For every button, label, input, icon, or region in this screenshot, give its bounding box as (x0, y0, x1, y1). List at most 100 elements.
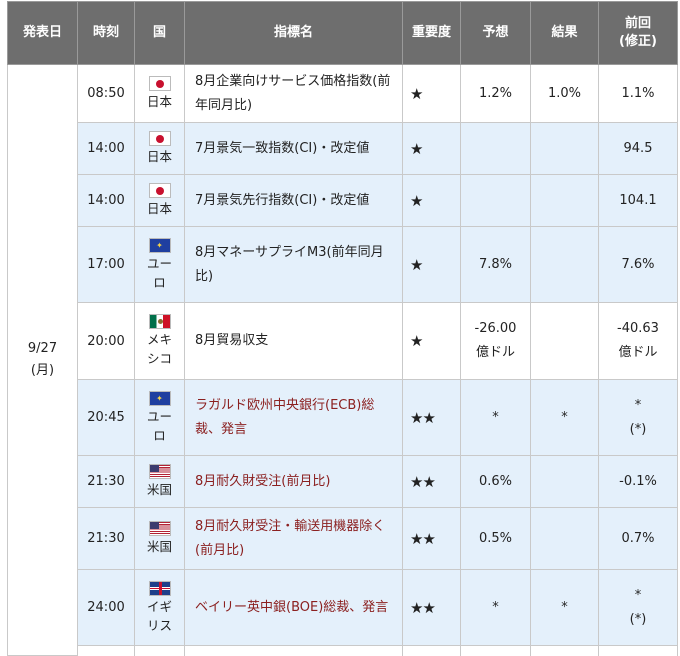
previous-value: 104.1 (598, 174, 678, 227)
japan-flag-icon (148, 183, 171, 198)
indicator-name: 7月景気先行指数(CI)・改定値 (184, 174, 403, 227)
japan-flag-icon (148, 131, 171, 146)
eu-flag-icon: ✦ (148, 237, 171, 253)
previous-number: * (634, 587, 642, 603)
time-cell: 20:00 (77, 302, 135, 380)
importance-stars: ★ (402, 64, 461, 123)
result-value (530, 226, 599, 303)
forecast-value: 1.2% (460, 64, 531, 123)
result-value (530, 507, 599, 570)
country-label: 日本 (146, 149, 172, 164)
country-label: 日本 (146, 94, 172, 109)
country-cell: メキ シコ (134, 302, 185, 380)
indicator-link[interactable]: ベイリー英中銀(BOE)総裁、発言 (195, 600, 388, 615)
time-cell: 08:50 (77, 64, 135, 123)
time-cell: 14:00 (77, 122, 135, 175)
country-label: 米国 (146, 482, 172, 497)
forecast-value: * (460, 569, 531, 646)
time-cell: 20:45 (77, 379, 135, 456)
previous-note: (*) (629, 611, 647, 627)
previous-value: 7.6% (598, 226, 678, 303)
header-previous: 前回 (修正) (598, 1, 678, 65)
table-row: 21:30 米国 8月耐久財受注・輸送用機器除く(前月比) ★★ 0.5% 0.… (8, 507, 678, 570)
previous-value: 1.1% (598, 64, 678, 123)
importance-stars: ★ (402, 122, 461, 175)
table-row: 24:00 イギ リス ベイリー英中銀(BOE)総裁、発言 ★★ * * * (… (8, 569, 678, 646)
previous-value: * (*) (598, 379, 678, 456)
result-value: * (530, 379, 599, 456)
country-cell: 米国 (134, 455, 185, 508)
country-cell: 米国 (134, 507, 185, 570)
indicator-link[interactable]: ラガルド欧州中央銀行(ECB)総裁、発言 (195, 398, 374, 437)
indicator-name[interactable]: 8月耐久財受注(前月比) (184, 455, 403, 508)
date-cell: 9/27 (月) (7, 64, 78, 656)
country-cell: ✦ ユー ロ (134, 226, 185, 303)
previous-value: * (*) (598, 569, 678, 646)
date-day: 9/27 (27, 341, 58, 356)
forecast-number: -26.00 (474, 321, 517, 336)
header-row: 発表日 時刻 国 指標名 重要度 予想 結果 前回 (修正) (7, 1, 678, 65)
country-cell: ✦ ユー ロ (134, 379, 185, 456)
indicator-name: 8月企業向けサービス価格指数(前年同月比) (184, 64, 403, 123)
indicator-name: 8月マネーサプライM3(前年同月比) (184, 226, 403, 303)
header-country: 国 (134, 1, 185, 65)
forecast-value: 7.8% (460, 226, 531, 303)
table-row: 14:00 日本 7月景気一致指数(CI)・改定値 ★ 94.5 (8, 122, 678, 175)
table-row: 20:00 メキ シコ 8月貿易収支 ★ -26.00 億ドル -40.63 億… (8, 302, 678, 380)
indicator-name[interactable]: 8月耐久財受注・輸送用機器除く(前月比) (184, 507, 403, 570)
header-previous-line1: 前回 (624, 16, 651, 31)
forecast-value: 0.5% (460, 507, 531, 570)
us-flag-icon (148, 464, 171, 479)
importance-stars: ★★ (402, 455, 461, 508)
table-row: 9/27 (月) 08:50 日本 8月企業向けサービス価格指数(前年同月比) … (7, 64, 678, 656)
indicator-name[interactable]: ベイリー英中銀(BOE)総裁、発言 (184, 569, 403, 646)
previous-unit: 億ドル (618, 345, 658, 360)
table-row: 17:00 ✦ ユー ロ 8月マネーサプライM3(前年同月比) ★ 7.8% 7… (8, 226, 678, 303)
indicator-name: 8月貿易収支 (184, 302, 403, 380)
header-importance: 重要度 (402, 1, 461, 65)
country-cell: 日本 (134, 64, 185, 123)
country-label: シコ (146, 351, 172, 366)
country-label: 米国 (146, 539, 172, 554)
forecast-value: -26.00 億ドル (460, 302, 531, 380)
importance-stars: ★★ (402, 379, 461, 456)
forecast-value (460, 122, 531, 175)
indicator-link[interactable]: 8月耐久財受注・輸送用機器除く(前月比) (195, 519, 385, 558)
country-cell: 日本 (134, 174, 185, 227)
time-cell: 17:00 (77, 226, 135, 303)
us-flag-icon (148, 521, 171, 536)
previous-value: -0.1% (598, 455, 678, 508)
forecast-value: * (460, 379, 531, 456)
country-label: イギ (146, 598, 172, 614)
time-cell: 14:00 (77, 174, 135, 227)
header-date: 発表日 (7, 1, 78, 65)
indicator-name[interactable]: ラガルド欧州中央銀行(ECB)総裁、発言 (184, 379, 403, 456)
header-time: 時刻 (77, 1, 135, 65)
country-cell: イギ リス (134, 569, 185, 646)
header-result: 結果 (530, 1, 599, 65)
forecast-value: 0.6% (460, 455, 531, 508)
country-label: ユー (146, 255, 172, 271)
table-row: 21:30 米国 8月耐久財受注(前月比) ★★ 0.6% -0.1% (8, 455, 678, 508)
date-weekday: (月) (30, 363, 55, 378)
importance-stars: ★★ (402, 569, 461, 646)
forecast-unit: 億ドル (475, 345, 515, 360)
indicator-link[interactable]: 8月耐久財受注(前月比) (195, 474, 330, 489)
importance-stars: ★ (402, 302, 461, 380)
importance-stars: ★ (402, 226, 461, 303)
time-cell: 21:30 (77, 455, 135, 508)
previous-value: 94.5 (598, 122, 678, 175)
result-value (530, 174, 599, 227)
country-label: ロ (153, 427, 166, 443)
country-label: 日本 (146, 201, 172, 216)
result-value (530, 122, 599, 175)
uk-flag-icon (148, 580, 171, 596)
indicator-name: 7月景気一致指数(CI)・改定値 (184, 122, 403, 175)
time-cell: 21:30 (77, 507, 135, 570)
result-value: 1.0% (530, 64, 599, 123)
japan-flag-icon (148, 76, 171, 91)
country-label: ロ (153, 274, 166, 290)
time-cell: 24:00 (77, 569, 135, 646)
importance-stars: ★★ (402, 507, 461, 570)
previous-number: * (634, 397, 642, 413)
